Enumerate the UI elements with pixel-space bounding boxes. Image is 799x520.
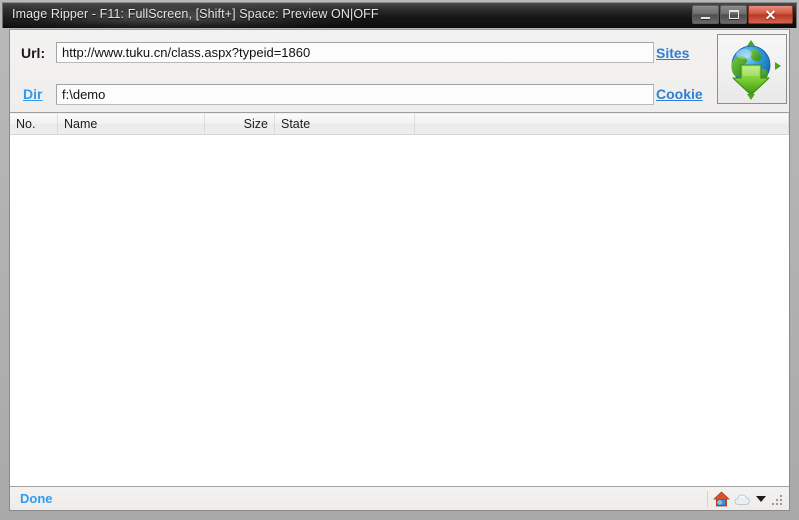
status-divider [707,491,708,507]
minimize-icon [701,17,710,19]
restore-icon [728,10,739,19]
dir-input[interactable] [56,84,654,105]
status-text: Done [20,491,53,506]
minimize-button[interactable] [692,5,719,24]
cookie-link[interactable]: Cookie [656,86,703,102]
file-list[interactable]: No. Name Size State [10,114,789,486]
url-input[interactable] [56,42,654,63]
column-header-state[interactable]: State [275,114,415,134]
close-button[interactable]: ✕ [748,5,793,24]
globe-download-icon [731,40,781,100]
close-icon: ✕ [764,6,777,23]
client-area: Url: Dir Sites Cookie [9,29,790,511]
maximize-button[interactable] [720,5,747,24]
list-header: No. Name Size State [10,114,789,135]
cloud-icon[interactable] [734,490,752,508]
dir-link[interactable]: Dir [23,86,42,102]
sites-link[interactable]: Sites [656,45,689,61]
column-header-filler[interactable] [415,114,789,134]
column-header-size[interactable]: Size [205,114,275,134]
chevron-down-icon[interactable] [756,496,766,502]
column-header-name[interactable]: Name [58,114,205,134]
window-controls: ✕ [692,5,793,24]
form-toolbar: Url: Dir Sites Cookie [10,30,789,113]
column-header-no[interactable]: No. [10,114,58,134]
url-label: Url: [21,45,46,61]
window-title: Image Ripper - F11: FullScreen, [Shift+]… [12,7,379,21]
globe-download-logo-button[interactable] [717,34,787,104]
title-bar[interactable]: Image Ripper - F11: FullScreen, [Shift+]… [2,2,797,28]
home-icon[interactable] [712,490,730,508]
resize-grip-icon[interactable] [772,493,785,506]
list-body[interactable] [10,135,789,485]
application-window: Image Ripper - F11: FullScreen, [Shift+]… [0,0,799,520]
status-bar: Done [10,486,789,510]
status-icon-group [707,489,785,509]
